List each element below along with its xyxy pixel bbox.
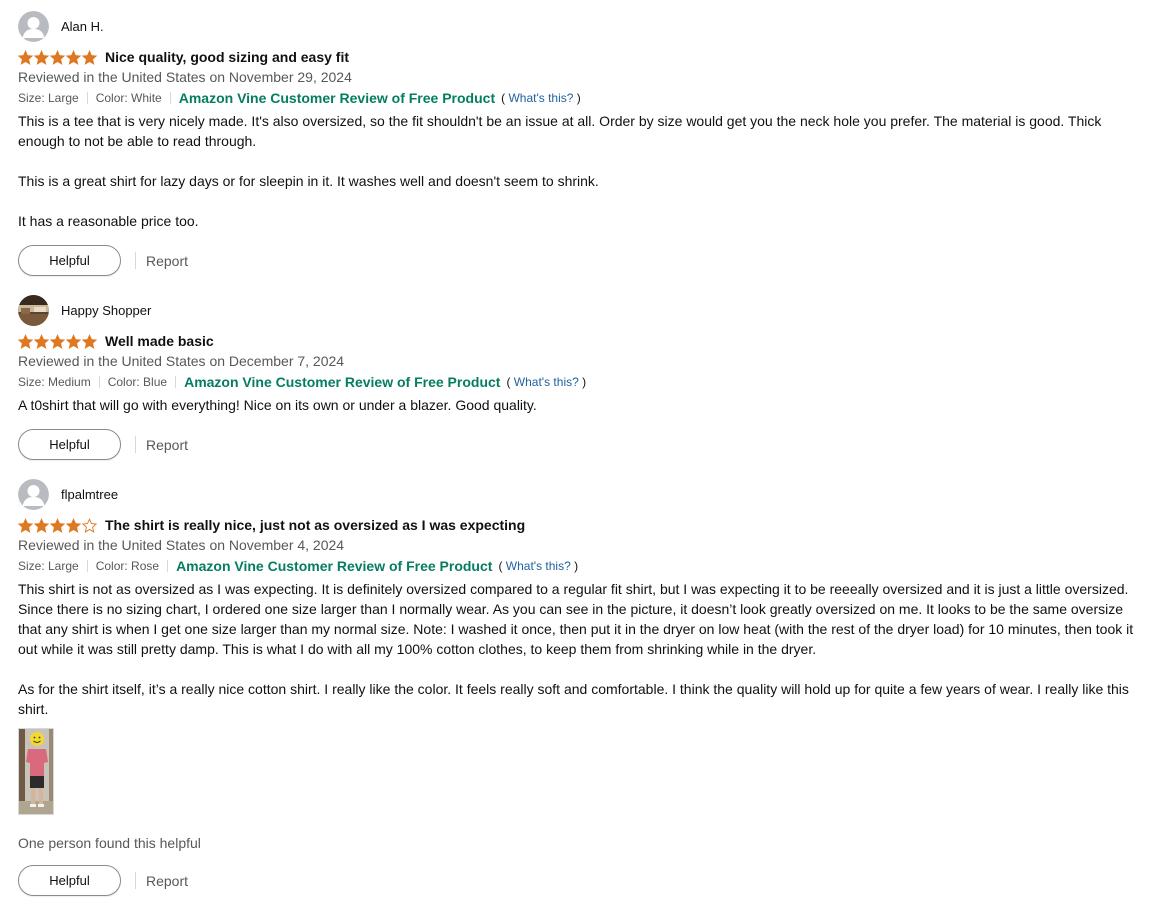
vine-badge: Amazon Vine Customer Review of Free Prod…	[176, 558, 493, 574]
review-title[interactable]: The shirt is really nice, just not as ov…	[105, 517, 525, 533]
divider	[135, 872, 136, 889]
whats-this-link[interactable]: What's this?	[508, 91, 573, 105]
size-variant[interactable]: Size: Medium	[18, 375, 91, 389]
reviewer-profile[interactable]: Happy Shopper	[18, 294, 1138, 326]
paren-close: )	[574, 559, 579, 573]
review-paragraph: This is a great shirt for lazy days or f…	[18, 173, 599, 189]
star-filled-icon	[18, 333, 33, 349]
reviewer-profile[interactable]: flpalmtree	[18, 478, 1138, 510]
star-empty-icon	[82, 517, 97, 533]
helpful-count: One person found this helpful	[18, 835, 201, 851]
whats-this-link[interactable]: What's this?	[514, 375, 579, 389]
star-filled-icon	[66, 333, 81, 349]
divider	[135, 436, 136, 453]
star-filled-icon	[34, 49, 49, 65]
color-variant[interactable]: Color: Rose	[96, 559, 159, 573]
color-variant[interactable]: Color: White	[96, 91, 162, 105]
review-photo-thumbnail[interactable]	[18, 728, 54, 815]
star-filled-icon	[82, 333, 97, 349]
divider	[86, 560, 88, 572]
star-filled-icon	[50, 49, 65, 65]
star-rating[interactable]	[18, 333, 97, 349]
review-paragraph: A t0shirt that will go with everything! …	[18, 397, 537, 413]
divider	[86, 92, 88, 104]
divider	[98, 376, 100, 388]
star-rating[interactable]	[18, 517, 97, 533]
review-date: Reviewed in the United States on Novembe…	[18, 537, 345, 553]
helpful-button[interactable]: Helpful	[18, 429, 121, 460]
star-filled-icon	[50, 517, 65, 533]
whats-this-group: ( What's this? )	[501, 91, 581, 105]
reviewer-name: Happy Shopper	[61, 302, 152, 318]
vine-badge: Amazon Vine Customer Review of Free Prod…	[184, 374, 501, 390]
helpful-button[interactable]: Helpful	[18, 245, 121, 276]
review-date: Reviewed in the United States on Novembe…	[18, 69, 352, 85]
default-avatar-icon	[18, 478, 49, 510]
report-link[interactable]: Report	[146, 437, 188, 453]
review: flpalmtree The shirt is really nice, jus…	[18, 478, 1138, 896]
default-avatar-icon	[18, 10, 49, 42]
review-body: A t0shirt that will go with everything! …	[18, 395, 1138, 415]
reviewer-profile[interactable]: Alan H.	[18, 10, 1138, 42]
star-filled-icon	[66, 517, 81, 533]
star-rating[interactable]	[18, 49, 97, 65]
star-filled-icon	[82, 49, 97, 65]
color-variant[interactable]: Color: Blue	[108, 375, 167, 389]
paren-open: (	[498, 559, 503, 573]
report-link[interactable]: Report	[146, 253, 188, 269]
review-title[interactable]: Well made basic	[105, 333, 214, 349]
whats-this-group: ( What's this? )	[506, 375, 586, 389]
whats-this-link[interactable]: What's this?	[506, 559, 571, 573]
size-variant[interactable]: Size: Large	[18, 559, 79, 573]
vine-badge: Amazon Vine Customer Review of Free Prod…	[178, 90, 496, 106]
reviewer-name: Alan H.	[61, 18, 104, 34]
star-filled-icon	[34, 333, 49, 349]
review-title[interactable]: Nice quality, good sizing and easy fit	[105, 49, 349, 65]
photo-avatar	[18, 294, 49, 326]
paren-close: )	[576, 91, 581, 105]
review-paragraph: This shirt is not as oversized as I was …	[18, 581, 1134, 657]
helpful-button[interactable]: Helpful	[18, 865, 121, 896]
size-variant[interactable]: Size: Large	[18, 91, 79, 105]
review-paragraph: It has a reasonable price too.	[18, 213, 199, 229]
paren-close: )	[582, 375, 587, 389]
review-body: This is a tee that is very nicely made. …	[18, 111, 1138, 231]
star-filled-icon	[50, 333, 65, 349]
star-filled-icon	[18, 49, 33, 65]
review: Happy Shopper Well made basic Reviewed i…	[18, 294, 1138, 460]
whats-this-group: ( What's this? )	[498, 559, 578, 573]
reviewer-name: flpalmtree	[61, 486, 119, 502]
paren-open: (	[506, 375, 511, 389]
review-date: Reviewed in the United States on Decembe…	[18, 353, 345, 369]
star-filled-icon	[66, 49, 81, 65]
review-body: This shirt is not as oversized as I was …	[18, 579, 1138, 719]
paren-open: (	[501, 91, 506, 105]
star-filled-icon	[18, 517, 33, 533]
review-paragraph: As for the shirt itself, it’s a really n…	[18, 681, 1129, 717]
divider	[169, 92, 171, 104]
star-filled-icon	[34, 517, 49, 533]
divider	[175, 376, 177, 388]
review: Alan H. Nice quality, good sizing and ea…	[18, 10, 1138, 276]
report-link[interactable]: Report	[146, 873, 188, 889]
divider	[135, 252, 136, 269]
review-paragraph: This is a tee that is very nicely made. …	[18, 113, 1102, 149]
divider	[167, 560, 169, 572]
